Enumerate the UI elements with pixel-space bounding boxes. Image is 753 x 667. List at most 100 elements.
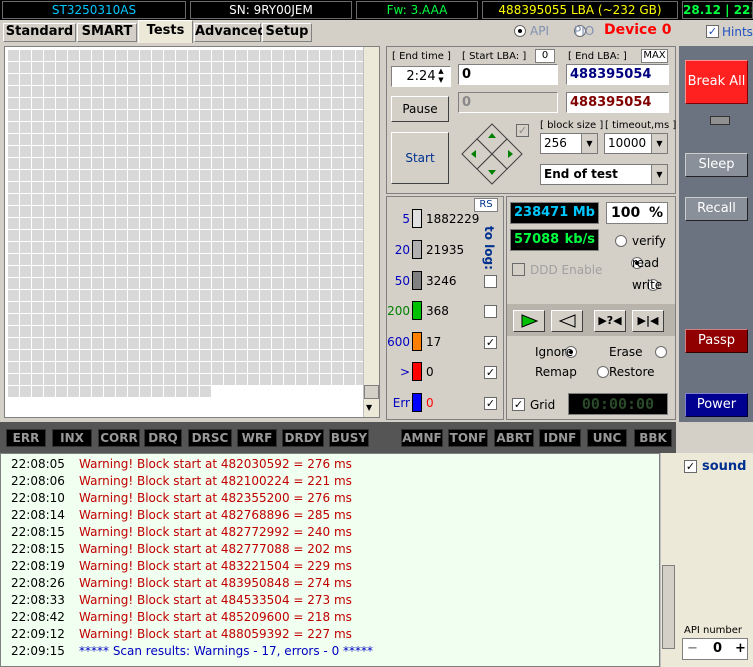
end-time-spinner[interactable]: ▲ ▼ <box>432 67 450 86</box>
legend-log-checkbox[interactable]: ✓ <box>484 366 497 379</box>
random-button[interactable]: ▶?◀ <box>594 310 626 332</box>
block-cell <box>260 122 271 133</box>
tab-smart[interactable]: SMART <box>77 23 137 42</box>
block-cell <box>8 266 19 277</box>
tab-setup[interactable]: Setup <box>262 23 312 42</box>
log-scroll-thumb[interactable] <box>662 565 675 649</box>
verify-radio[interactable] <box>615 235 627 247</box>
block-cell <box>200 74 211 85</box>
rewind-button[interactable] <box>551 310 583 332</box>
block-cell <box>116 158 127 169</box>
chevron-down-icon[interactable]: ▼ <box>651 165 667 184</box>
break-all-button[interactable]: Break All <box>685 60 748 104</box>
passp-button[interactable]: Passp <box>685 329 748 353</box>
block-cell <box>8 242 19 253</box>
end-action-select[interactable]: End of test ▼ <box>540 164 668 185</box>
tab-tests[interactable]: Tests <box>138 20 193 43</box>
block-cell <box>104 386 115 397</box>
tab-standard[interactable]: Standard <box>3 23 76 42</box>
play-button[interactable] <box>513 310 545 332</box>
spin-up-icon[interactable]: ▲ <box>438 67 443 75</box>
pause-button[interactable]: Pause <box>391 96 449 122</box>
sound-label: sound <box>702 459 747 474</box>
start-lba-reset-button[interactable]: 0 <box>535 49 555 63</box>
hints-checkbox[interactable]: ✓ <box>706 25 719 38</box>
block-cell <box>20 134 31 145</box>
block-cell <box>152 242 163 253</box>
block-cell <box>140 158 151 169</box>
scroll-thumb[interactable] <box>364 385 379 399</box>
block-cell <box>212 314 223 325</box>
block-cell <box>56 134 67 145</box>
block-cell <box>320 182 331 193</box>
block-cell <box>260 194 271 205</box>
block-cell <box>140 218 151 229</box>
log-scrollbar[interactable] <box>660 453 676 667</box>
block-cell <box>212 266 223 277</box>
end-lba-max-button[interactable]: MAX <box>641 49 668 63</box>
drive-lba: 488395055 LBA (~232 GB) <box>482 1 678 19</box>
block-cell <box>332 146 343 157</box>
start-lba-input[interactable]: 0 <box>458 64 558 85</box>
chevron-down-icon[interactable]: ▼ <box>581 134 597 153</box>
start-button[interactable]: Start <box>391 132 449 184</box>
block-cell <box>296 110 307 121</box>
block-cell <box>104 290 115 301</box>
block-cell <box>44 362 55 373</box>
timeout-select[interactable]: 10000 ▼ <box>604 133 668 154</box>
legend-log-checkbox[interactable] <box>484 275 497 288</box>
end-lba-input[interactable]: 488395054 <box>566 64 669 85</box>
block-cell <box>128 74 139 85</box>
block-cell <box>284 206 295 217</box>
legend-log-checkbox[interactable] <box>484 305 497 318</box>
scroll-down-icon[interactable]: ▼ <box>366 403 372 412</box>
direction-pad-icon[interactable] <box>460 122 524 186</box>
block-cell <box>164 326 175 337</box>
block-cell <box>272 278 283 289</box>
block-cell <box>92 218 103 229</box>
direction-checkbox[interactable]: ✓ <box>516 124 529 137</box>
block-cell <box>68 230 79 241</box>
api-radio[interactable] <box>514 25 526 37</box>
block-cell <box>284 98 295 109</box>
ddd-checkbox[interactable] <box>512 263 525 276</box>
direction-pad[interactable] <box>460 122 524 186</box>
spin-down-icon[interactable]: ▼ <box>438 76 443 84</box>
block-map-scrollbar[interactable]: ▼ <box>363 47 379 417</box>
tab-advanced[interactable]: Advanced <box>194 23 267 42</box>
block-cell <box>152 326 163 337</box>
chevron-down-icon[interactable]: ▼ <box>651 134 667 153</box>
log-message: Warning! Block start at 483950848 = 274 … <box>79 576 352 590</box>
grid-checkbox[interactable]: ✓ <box>512 398 525 411</box>
block-cell <box>320 98 331 109</box>
block-cell <box>32 182 43 193</box>
legend-log-checkbox[interactable]: ✓ <box>484 336 497 349</box>
plus-icon[interactable]: + <box>735 639 746 659</box>
block-cell <box>260 134 271 145</box>
block-cell <box>92 326 103 337</box>
api-number-input[interactable]: − 0 + <box>682 638 748 660</box>
sleep-button[interactable]: Sleep <box>685 153 748 177</box>
block-cell <box>32 170 43 181</box>
block-cell <box>308 314 319 325</box>
block-cell <box>140 110 151 121</box>
legend-log-checkbox[interactable]: ✓ <box>484 397 497 410</box>
drive-firmware: Fw: 3.AAA <box>356 1 478 19</box>
minus-icon[interactable]: − <box>687 639 698 659</box>
block-cell <box>104 302 115 313</box>
recall-button[interactable]: Recall <box>685 197 748 221</box>
reset-stats-button[interactable]: RS <box>474 198 498 212</box>
block-cell <box>344 266 355 277</box>
block-cell <box>128 122 139 133</box>
block-cell <box>320 266 331 277</box>
block-cell <box>224 230 235 241</box>
block-size-select[interactable]: 256 ▼ <box>540 133 598 154</box>
power-button[interactable]: Power <box>685 393 748 417</box>
butterfly-button[interactable]: ▶|◀ <box>632 310 664 332</box>
block-cell <box>20 266 31 277</box>
block-cell <box>332 134 343 145</box>
block-cell <box>32 386 43 397</box>
sound-panel: ✓ sound API number − 0 + <box>676 453 753 667</box>
block-cell <box>212 98 223 109</box>
sound-checkbox[interactable]: ✓ <box>684 460 697 473</box>
